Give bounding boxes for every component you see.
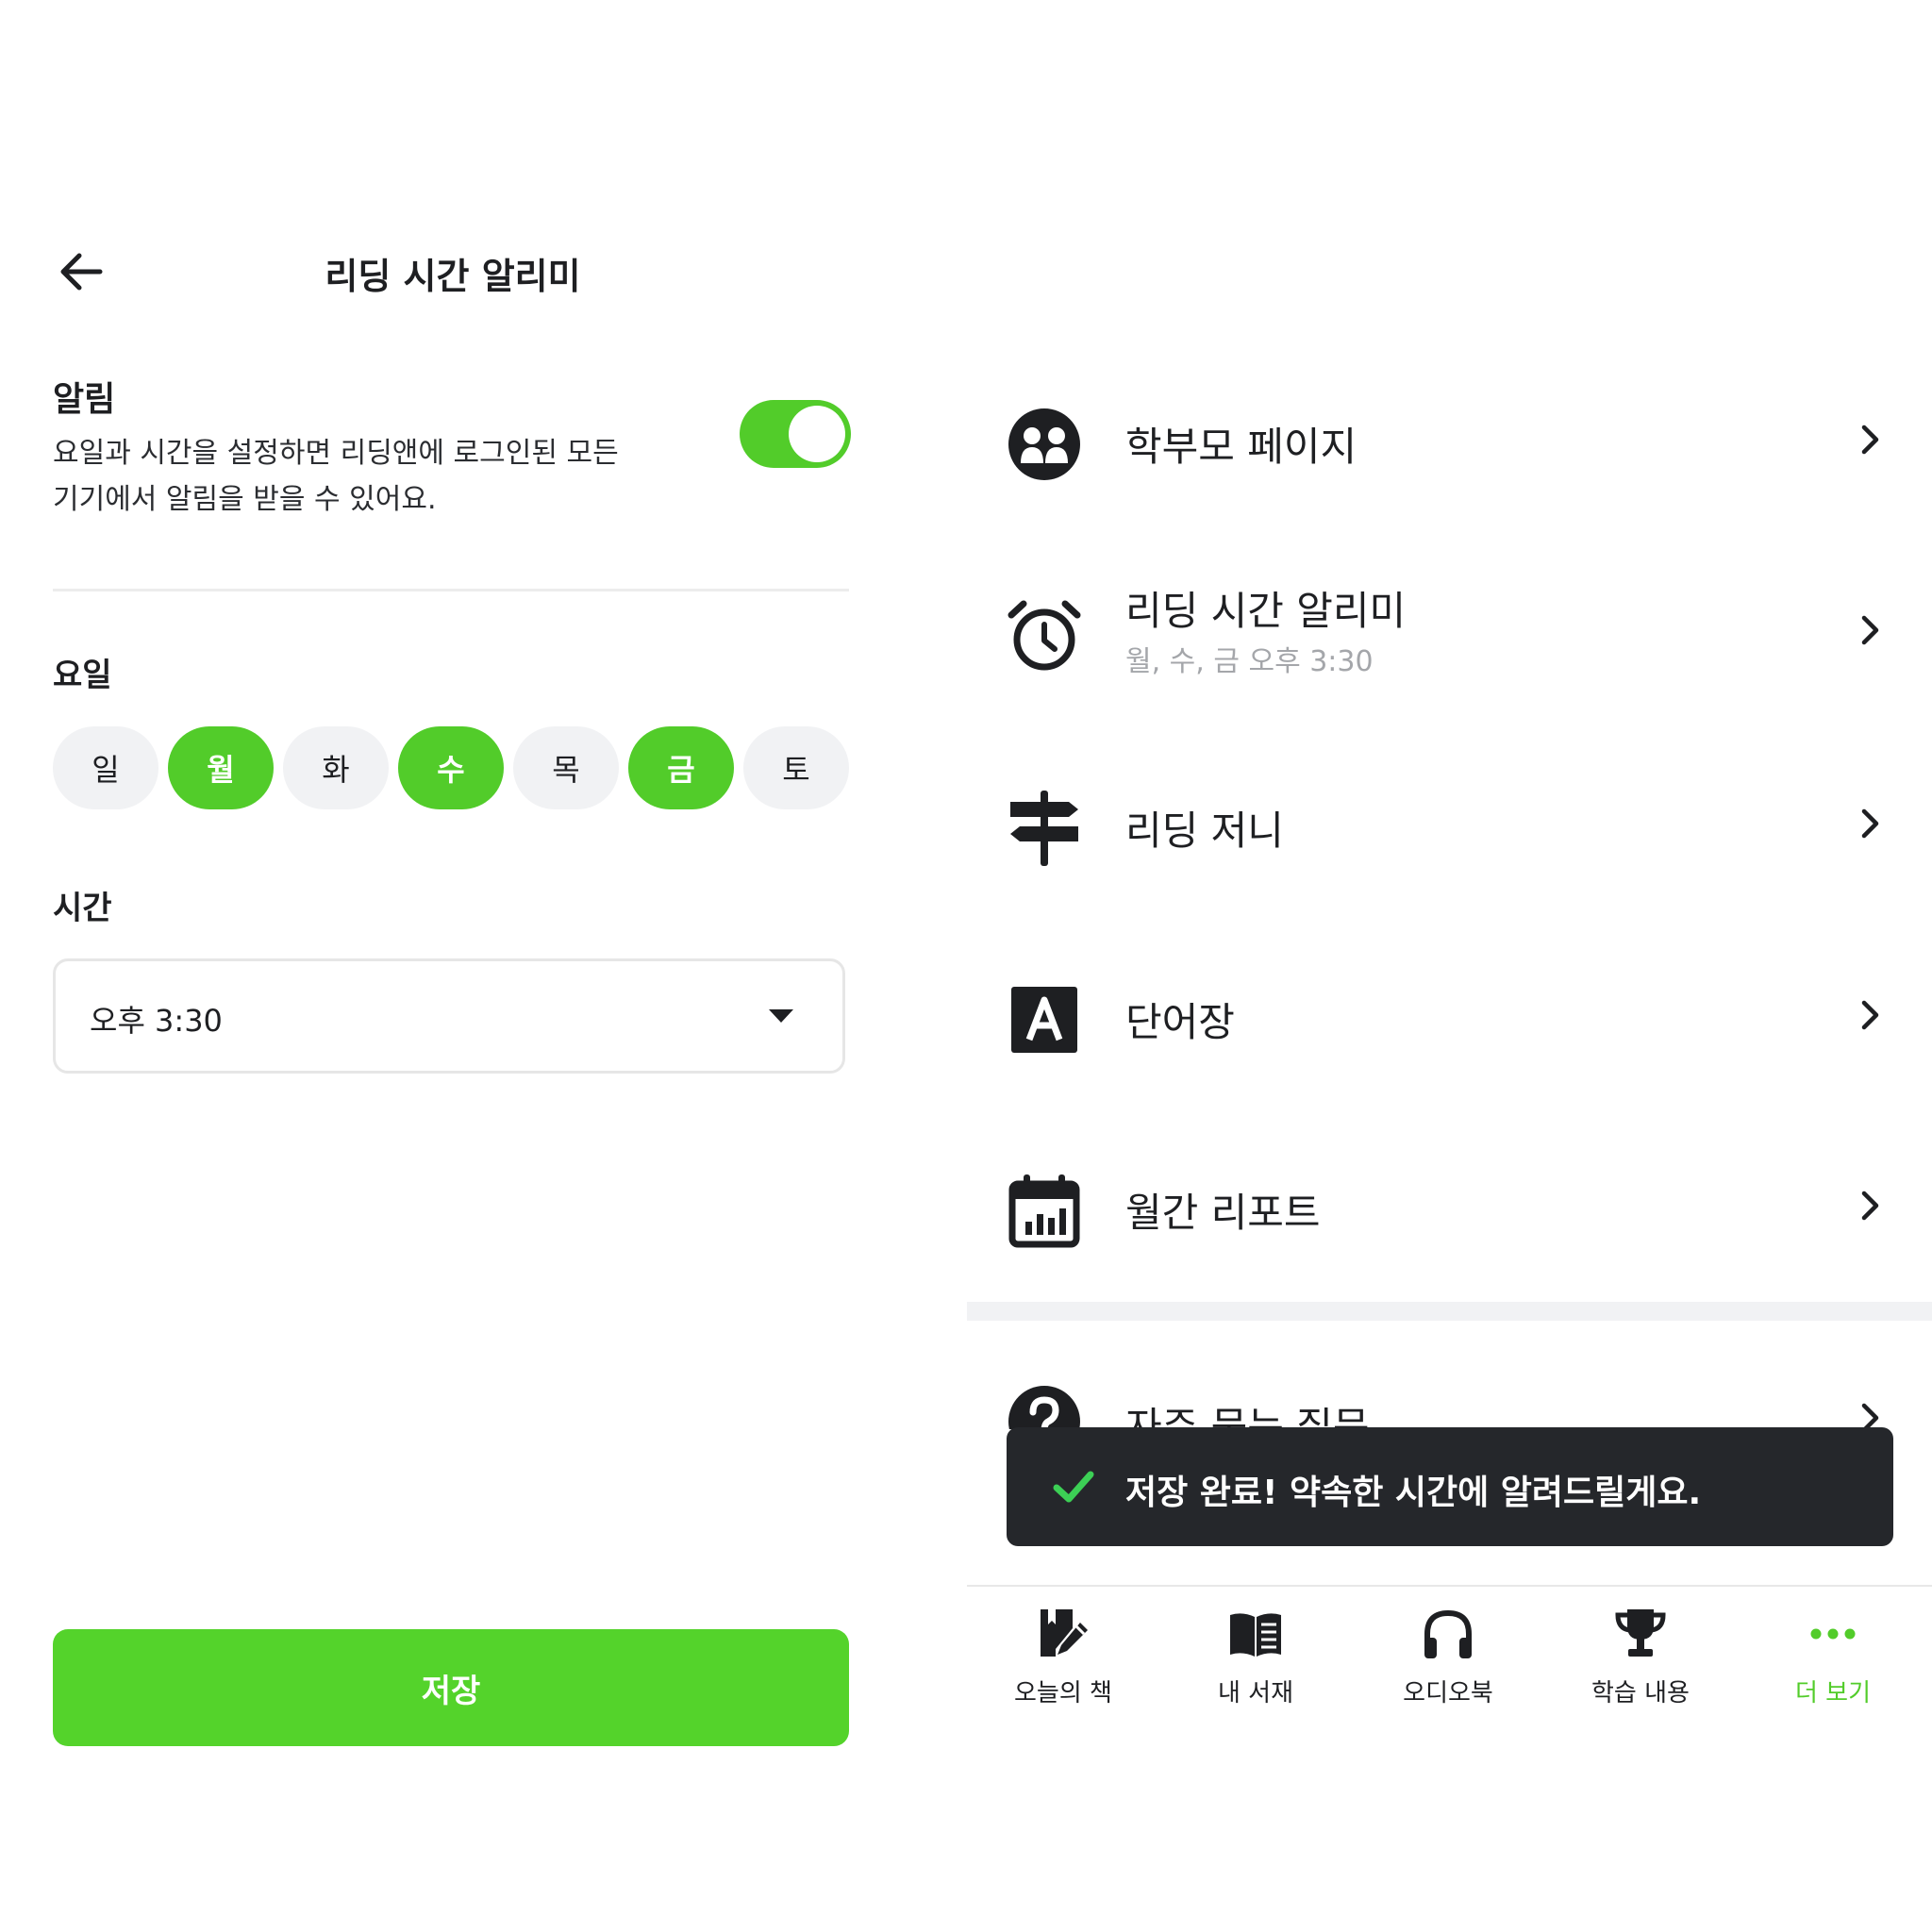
- nav-item-audiobook[interactable]: 오디오북: [1352, 1587, 1544, 1728]
- chevron-right-icon: [1861, 615, 1879, 645]
- nav-label: 더 보기: [1794, 1679, 1872, 1707]
- nav-item-todays-book[interactable]: 오늘의 책: [967, 1587, 1159, 1728]
- page-title: 리딩 시간 알리미: [325, 256, 581, 297]
- question-icon: [1008, 1386, 1080, 1429]
- alarm-description-line1: 요일과 시간을 설정하면 리딩앤에 로그인된 모든: [53, 437, 619, 470]
- back-button[interactable]: [53, 243, 109, 300]
- day-pill-fri[interactable]: 금: [628, 726, 734, 809]
- menu-title: 단어장: [1125, 999, 1235, 1045]
- menu-subtitle: 월, 수, 금 오후 3:30: [1125, 645, 1374, 678]
- calendar-chart-icon: [1008, 1174, 1080, 1248]
- menu-title: 학부모 페이지: [1125, 424, 1357, 470]
- menu-title: 월간 리포트: [1125, 1190, 1321, 1236]
- toast-message: 저장 완료! 약속한 시간에 알려드릴게요.: [1125, 1474, 1702, 1512]
- check-icon: [1053, 1471, 1094, 1503]
- chevron-right-icon: [1861, 425, 1879, 455]
- alarm-label: 알림: [53, 380, 116, 419]
- signpost-icon: [1010, 791, 1078, 866]
- day-selector: 일 월 화 수 목 금 토: [53, 726, 849, 809]
- menu-item-monthly-report[interactable]: 월간 리포트: [967, 1140, 1932, 1272]
- menu-title: 자주 묻는 질문: [1125, 1404, 1370, 1429]
- time-select[interactable]: 오후 3:30: [53, 958, 845, 1074]
- trophy-icon: [1615, 1609, 1666, 1657]
- menu-item-faq[interactable]: 자주 묻는 질문: [967, 1344, 1932, 1429]
- menu-item-vocabulary[interactable]: 단어장: [967, 949, 1932, 1081]
- nav-item-learning[interactable]: 학습 내용: [1544, 1587, 1737, 1728]
- alarm-clock-icon: [1008, 600, 1081, 671]
- section-divider: [967, 1302, 1932, 1321]
- toggle-knob: [789, 406, 845, 462]
- caret-down-icon: [769, 1009, 793, 1023]
- divider: [53, 589, 849, 591]
- vocabulary-icon: [1011, 987, 1077, 1053]
- arrow-left-icon: [60, 253, 103, 291]
- more-dots-icon: [1810, 1628, 1856, 1640]
- day-pill-sat[interactable]: 토: [743, 726, 849, 809]
- toast-notification: 저장 완료! 약속한 시간에 알려드릴게요.: [1007, 1427, 1893, 1546]
- day-pill-tue[interactable]: 화: [283, 726, 389, 809]
- nav-label: 오디오북: [1403, 1679, 1493, 1707]
- nav-label: 학습 내용: [1591, 1679, 1690, 1707]
- nav-label: 내 서재: [1217, 1679, 1294, 1707]
- day-pill-wed[interactable]: 수: [398, 726, 504, 809]
- bottom-nav: 오늘의 책 내 서재 오디오북 학습 내용 더 보기: [967, 1587, 1932, 1728]
- menu-item-parents-page[interactable]: 학부모 페이지: [967, 374, 1932, 506]
- parents-icon: [1008, 408, 1080, 480]
- open-book-icon: [1230, 1613, 1281, 1657]
- day-pill-sun[interactable]: 일: [53, 726, 158, 809]
- chevron-right-icon: [1861, 1403, 1879, 1429]
- chevron-right-icon: [1861, 808, 1879, 839]
- headphones-icon: [1424, 1609, 1472, 1658]
- book-edit-icon: [1041, 1609, 1088, 1657]
- day-pill-mon[interactable]: 월: [168, 726, 274, 809]
- alarm-toggle[interactable]: [740, 400, 851, 468]
- time-value: 오후 3:30: [90, 1003, 223, 1039]
- alarm-description: 요일과 시간을 설정하면 리딩앤에 로그인된 모든 기기에서 알림을 받을 수 …: [53, 430, 704, 523]
- nav-item-more[interactable]: 더 보기: [1737, 1587, 1929, 1728]
- alarm-description-line2: 기기에서 알림을 받을 수 있어요.: [53, 483, 437, 516]
- days-label: 요일: [53, 657, 112, 694]
- chevron-right-icon: [1861, 1000, 1879, 1030]
- nav-label: 오늘의 책: [1014, 1679, 1112, 1707]
- chevron-right-icon: [1861, 1191, 1879, 1221]
- time-label: 시간: [53, 890, 112, 927]
- day-pill-thu[interactable]: 목: [513, 726, 619, 809]
- menu-title: 리딩 시간 알리미: [1125, 588, 1407, 634]
- menu-title: 리딩 저니: [1125, 808, 1284, 854]
- nav-item-my-library[interactable]: 내 서재: [1159, 1587, 1352, 1728]
- menu-item-reading-journey[interactable]: 리딩 저니: [967, 758, 1932, 890]
- menu-item-reading-alarm[interactable]: 리딩 시간 알리미 월, 수, 금 오후 3:30: [967, 564, 1932, 696]
- save-button[interactable]: 저장: [53, 1629, 849, 1746]
